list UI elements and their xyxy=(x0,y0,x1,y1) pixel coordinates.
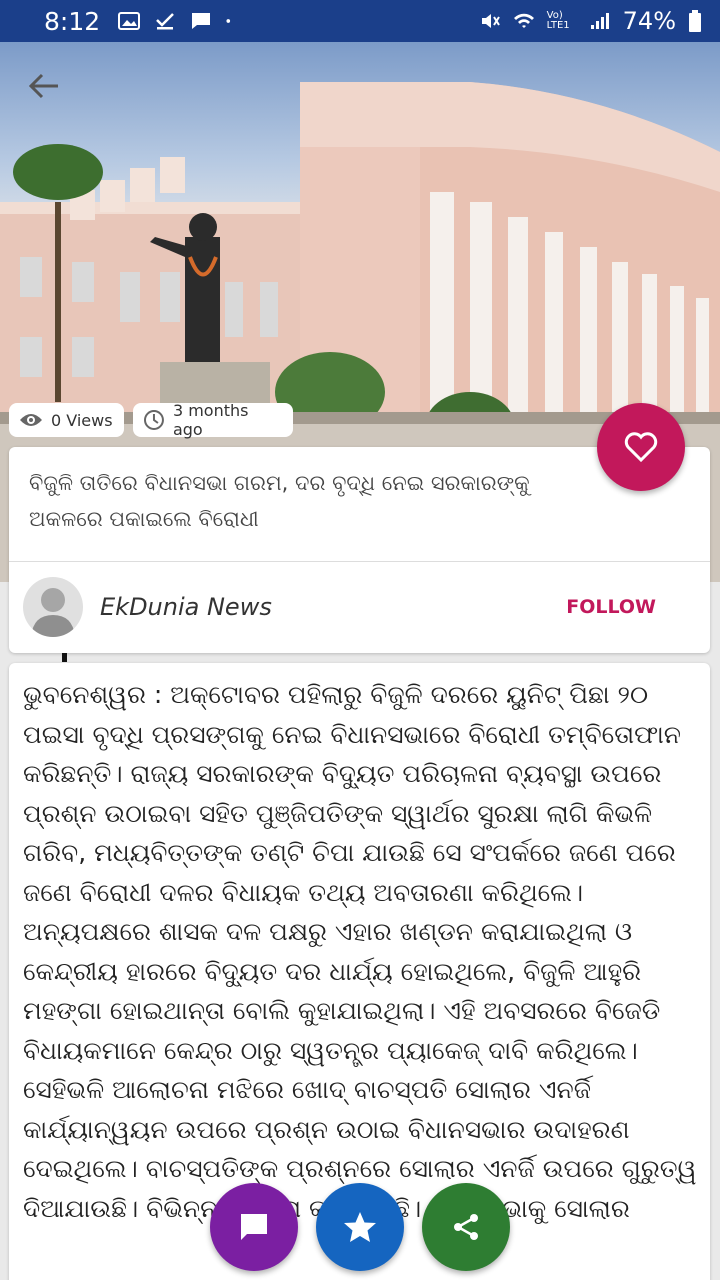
image-icon xyxy=(118,12,141,30)
network-label: Vo) LTE1 xyxy=(546,10,570,31)
battery-percent: 74% xyxy=(622,7,676,35)
views-badge: 0 Views xyxy=(9,403,124,437)
comment-icon xyxy=(241,1214,267,1240)
comment-button[interactable] xyxy=(210,1183,298,1271)
heart-icon xyxy=(624,432,658,462)
signal-icon xyxy=(590,13,609,29)
article-body: ଭୁବନେଶ୍ୱର : ଅକ୍ଟୋବର ପହିଲାରୁ ବିଜୁଳି ଦରରେ … xyxy=(23,680,697,1223)
battery-icon xyxy=(689,10,701,32)
share-button[interactable] xyxy=(422,1183,510,1271)
back-arrow-icon xyxy=(28,73,58,99)
notification-icons xyxy=(118,11,236,31)
author-name[interactable]: EkDunia News xyxy=(100,593,272,621)
checkmark-icon xyxy=(156,13,175,30)
share-icon xyxy=(454,1214,478,1240)
status-bar: 8:12 Vo) LTE1 74% xyxy=(0,0,720,42)
message-icon xyxy=(192,13,211,29)
back-button[interactable] xyxy=(28,72,72,116)
follow-button[interactable]: FOLLOW xyxy=(566,596,656,618)
mute-icon xyxy=(481,14,500,28)
divider xyxy=(9,561,710,562)
system-icons: Vo) LTE1 74% xyxy=(479,7,702,35)
dot-icon xyxy=(226,19,231,23)
star-icon xyxy=(344,1212,376,1242)
person-icon xyxy=(31,588,75,637)
article-header-card: ବିଜୁଳି ତାତିରେ ବିଧାନସଭା ଗରମ, ଦର ବୃଦ୍ଧି ନେ… xyxy=(9,447,710,653)
published-time: 3 months ago xyxy=(172,401,249,439)
author-avatar[interactable] xyxy=(23,577,83,637)
time-badge: 3 months ago xyxy=(133,401,293,439)
clock-icon xyxy=(143,410,164,430)
favorite-button[interactable] xyxy=(597,403,685,491)
eye-icon xyxy=(20,414,42,426)
article-title: ବିଜୁଳି ତାତିରେ ବିଧାନସଭା ଗରମ, ଦର ବୃଦ୍ଧି ନେ… xyxy=(29,471,530,531)
bookmark-button[interactable] xyxy=(316,1183,404,1271)
wifi-icon xyxy=(513,13,534,28)
views-count: 0 Views xyxy=(51,410,113,430)
status-time: 8:12 xyxy=(44,6,101,36)
text-cursor xyxy=(62,653,67,662)
